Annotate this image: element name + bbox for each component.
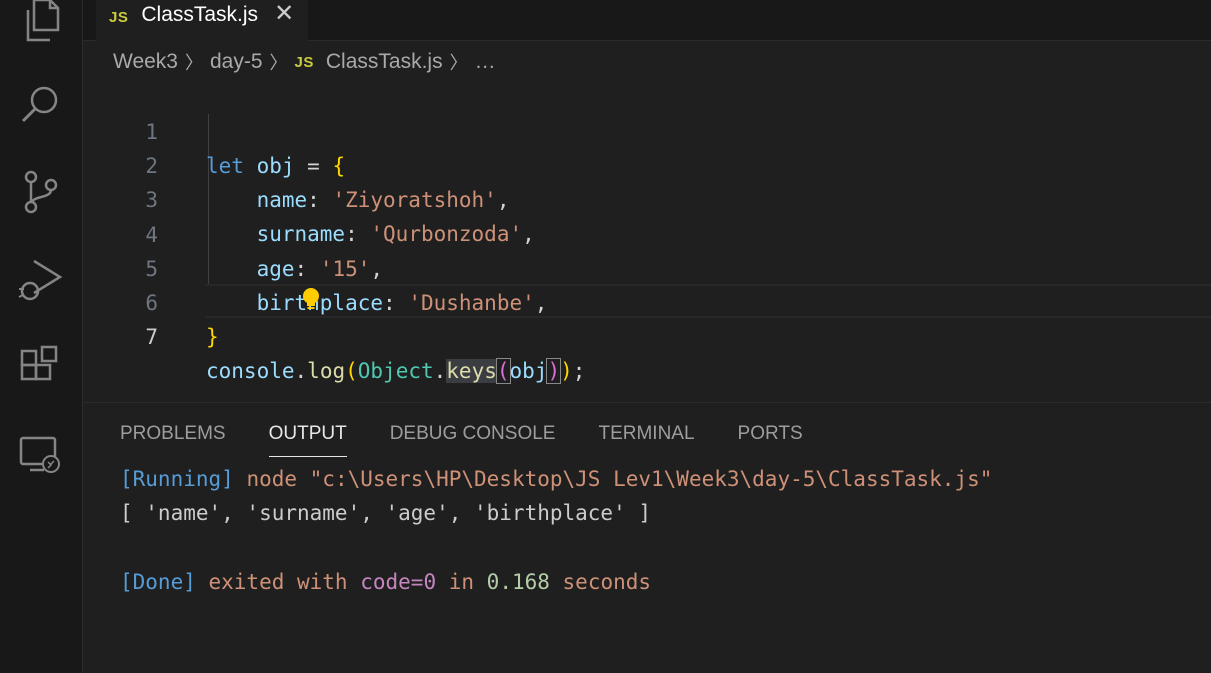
code-editor[interactable]: 1 let obj = { 2 name: 'Ziyoratshoh', 3 s…: [83, 80, 1211, 400]
tab-classtask[interactable]: JS ClassTask.js ✕: [96, 0, 308, 41]
done-text: seconds: [549, 570, 652, 594]
elapsed-time: 0.168: [486, 570, 550, 594]
done-text: exited with: [195, 570, 361, 594]
tab-output[interactable]: OUTPUT: [268, 423, 347, 457]
bracket: }: [206, 325, 219, 349]
breadcrumb: Week3 〉 day-5 〉 JS ClassTask.js 〉 …: [113, 47, 496, 77]
panel-tabs: PROBLEMS OUTPUT DEBUG CONSOLE TERMINAL P…: [120, 423, 846, 457]
line-number: 7: [145, 325, 158, 349]
files-icon[interactable]: [16, 0, 64, 44]
run-debug-icon[interactable]: [16, 255, 64, 303]
output-line-done: [Done] exited with code=0 in 0.168 secon…: [120, 570, 651, 594]
class-name: Object: [357, 359, 434, 383]
bracket-matched: ): [546, 358, 562, 384]
tab-debug-console[interactable]: DEBUG CONSOLE: [390, 423, 556, 453]
activity-bar: [0, 0, 83, 673]
close-icon[interactable]: ✕: [274, 0, 294, 27]
chevron-right-icon: 〉: [184, 53, 203, 73]
js-file-icon: JS: [109, 8, 129, 26]
method-name: log: [307, 359, 346, 383]
code-line[interactable]: 2 name: 'Ziyoratshoh',: [83, 115, 1211, 212]
code-line[interactable]: 6 }: [83, 252, 1211, 349]
breadcrumb-item-day5[interactable]: day-5: [210, 50, 263, 74]
code-line[interactable]: 5 birthplace: 'Dushanbe',: [83, 218, 1211, 315]
tab-ports[interactable]: PORTS: [738, 423, 803, 453]
tab-bar: JS ClassTask.js ✕: [83, 0, 1211, 41]
output-line-running: [Running] node "c:\Users\HP\Desktop\JS L…: [120, 467, 992, 491]
search-icon[interactable]: [16, 80, 64, 128]
remote-explorer-icon[interactable]: [16, 430, 64, 478]
code-line[interactable]: 1 let obj = {: [83, 81, 1211, 178]
tab-terminal[interactable]: TERMINAL: [598, 423, 694, 453]
code-line-active[interactable]: 7 console.log(Object.keys(obj));: [83, 286, 1211, 384]
tab-title: ClassTask.js: [141, 3, 259, 26]
bracket: ): [560, 359, 573, 383]
done-text: in: [436, 570, 487, 594]
code-line[interactable]: 4 age: '15',: [83, 184, 1211, 281]
done-tag: [Done]: [120, 570, 196, 594]
js-file-icon: JS: [294, 53, 314, 71]
chevron-right-icon: 〉: [449, 53, 468, 73]
bracket-matched: (: [495, 358, 511, 384]
source-control-icon[interactable]: [16, 168, 64, 216]
dot: .: [294, 359, 308, 383]
dot: .: [433, 359, 447, 383]
breadcrumb-more[interactable]: …: [475, 50, 496, 74]
identifier: obj: [509, 359, 548, 383]
chevron-right-icon: 〉: [269, 53, 288, 73]
breadcrumb-item-file[interactable]: ClassTask.js: [326, 50, 443, 74]
code-line[interactable]: 3 surname: 'Qurbonzoda',: [83, 149, 1211, 246]
output-line-result: [ 'name', 'surname', 'age', 'birthplace'…: [120, 501, 652, 525]
tab-problems[interactable]: PROBLEMS: [120, 423, 226, 453]
semicolon: ;: [572, 359, 586, 383]
breadcrumb-item-week3[interactable]: Week3: [113, 50, 178, 74]
bottom-panel: PROBLEMS OUTPUT DEBUG CONSOLE TERMINAL P…: [83, 402, 1211, 673]
bracket: (: [345, 359, 358, 383]
method-name-highlighted: keys: [446, 359, 497, 383]
run-command: node "c:\Users\HP\Desktop\JS Lev1\Week3\…: [233, 467, 993, 491]
identifier: console: [206, 359, 295, 383]
exit-code: code=0: [360, 570, 437, 594]
run-tag: [Running]: [120, 467, 234, 491]
extensions-icon[interactable]: [16, 343, 64, 391]
